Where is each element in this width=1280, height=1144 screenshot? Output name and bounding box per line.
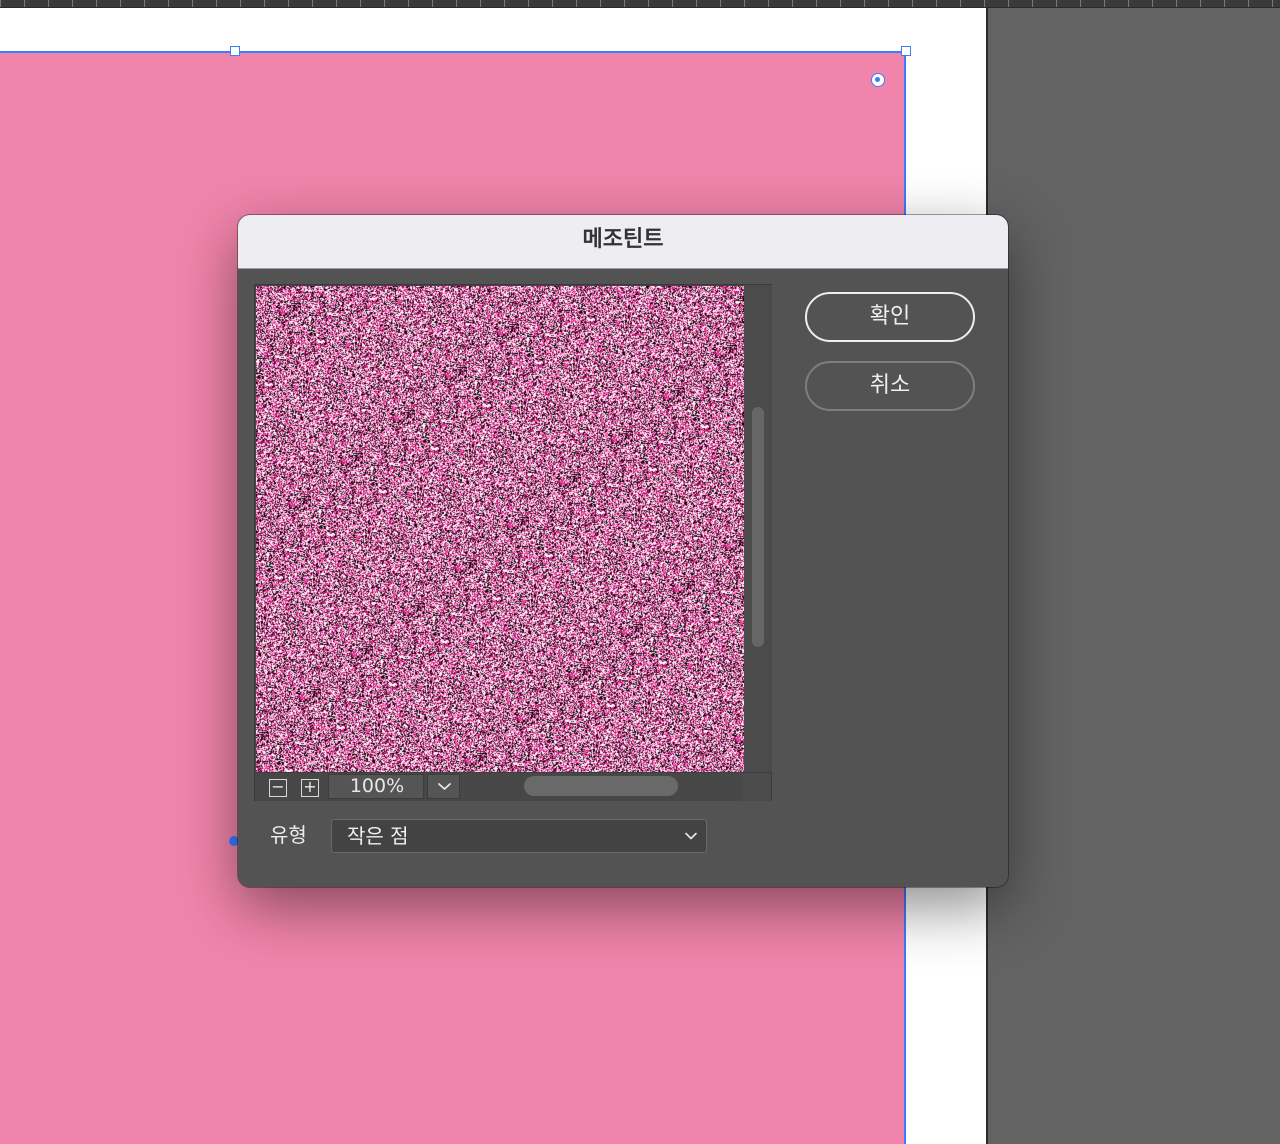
vertical-scroll-thumb[interactable]	[752, 407, 764, 647]
selection-top-edge	[0, 51, 906, 53]
horizontal-scroll-thumb[interactable]	[524, 776, 678, 796]
zoom-level-field[interactable]: 100%	[328, 774, 424, 799]
plus-icon: +	[303, 777, 317, 796]
zoom-in-button[interactable]: +	[301, 779, 319, 797]
type-label: 유형	[270, 823, 307, 847]
selection-handle-top-middle[interactable]	[230, 46, 240, 56]
filter-preview[interactable]: − + 100%	[254, 284, 772, 801]
scroll-corner	[742, 773, 771, 801]
preview-image[interactable]	[256, 286, 744, 773]
minus-icon: −	[271, 777, 285, 796]
canvas-workspace: 메조틴트 − + 100% 확인 취소 유형 작은 점	[0, 0, 1280, 1144]
chevron-down-icon	[685, 832, 697, 840]
preview-zoom-bar: − + 100%	[255, 772, 771, 801]
zoom-level-value: 100%	[349, 775, 405, 797]
zoom-out-button[interactable]: −	[269, 779, 287, 797]
corner-options-handle[interactable]	[871, 73, 885, 87]
mezzotint-dialog: 메조틴트 − + 100% 확인 취소 유형 작은 점	[238, 215, 1008, 887]
type-select[interactable]: 작은 점	[331, 819, 707, 853]
ok-button[interactable]: 확인	[805, 292, 975, 342]
type-select-value: 작은 점	[347, 824, 409, 848]
dialog-titlebar[interactable]: 메조틴트	[238, 215, 1008, 269]
vertical-scrollbar[interactable]	[744, 285, 772, 772]
cancel-button[interactable]: 취소	[805, 361, 975, 411]
horizontal-ruler[interactable]	[0, 0, 1280, 8]
dialog-title: 메조틴트	[582, 227, 664, 252]
chevron-down-icon	[438, 783, 451, 790]
selection-handle-top-right[interactable]	[901, 46, 911, 56]
zoom-dropdown-button[interactable]	[427, 774, 460, 799]
